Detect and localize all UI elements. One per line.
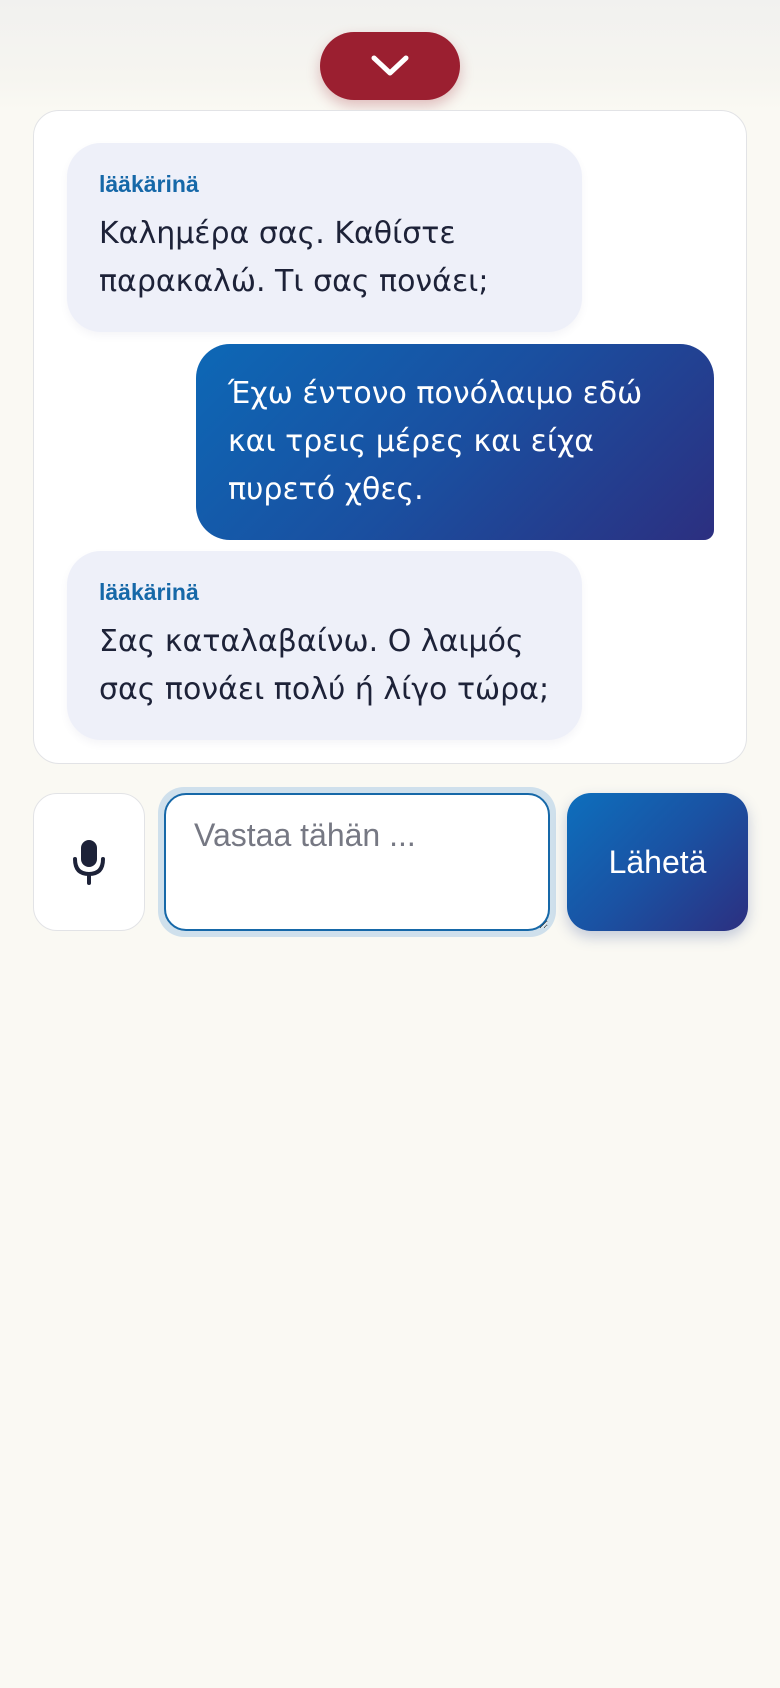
reply-input[interactable]: [164, 793, 550, 931]
message-text: Σας καταλαβαίνω. Ο λαιμός σας πονάει πολ…: [99, 624, 550, 707]
reply-input-focus-ring: [158, 787, 556, 937]
doctor-message: lääkärinä Σας καταλαβαίνω. Ο λαιμός σας …: [67, 551, 582, 740]
message-text: Έχω έντονο πονόλαιμο εδώ και τρεις μέρες…: [228, 376, 643, 507]
speaker-label: lääkärinä: [99, 579, 199, 605]
doctor-message: lääkärinä Καλημέρα σας. Καθίστε παρακαλώ…: [67, 143, 582, 332]
microphone-button[interactable]: [33, 793, 145, 931]
collapse-button[interactable]: [320, 32, 460, 100]
microphone-icon: [73, 840, 105, 885]
chevron-down-icon: [371, 55, 409, 76]
send-button[interactable]: Lähetä: [567, 793, 748, 931]
message-text: Καλημέρα σας. Καθίστε παρακαλώ. Τι σας π…: [99, 216, 489, 299]
conversation-panel: lääkärinä Καλημέρα σας. Καθίστε παρακαλώ…: [33, 110, 747, 764]
patient-message: Έχω έντονο πονόλαιμο εδώ και τρεις μέρες…: [196, 344, 714, 540]
speaker-label: lääkärinä: [99, 171, 199, 197]
